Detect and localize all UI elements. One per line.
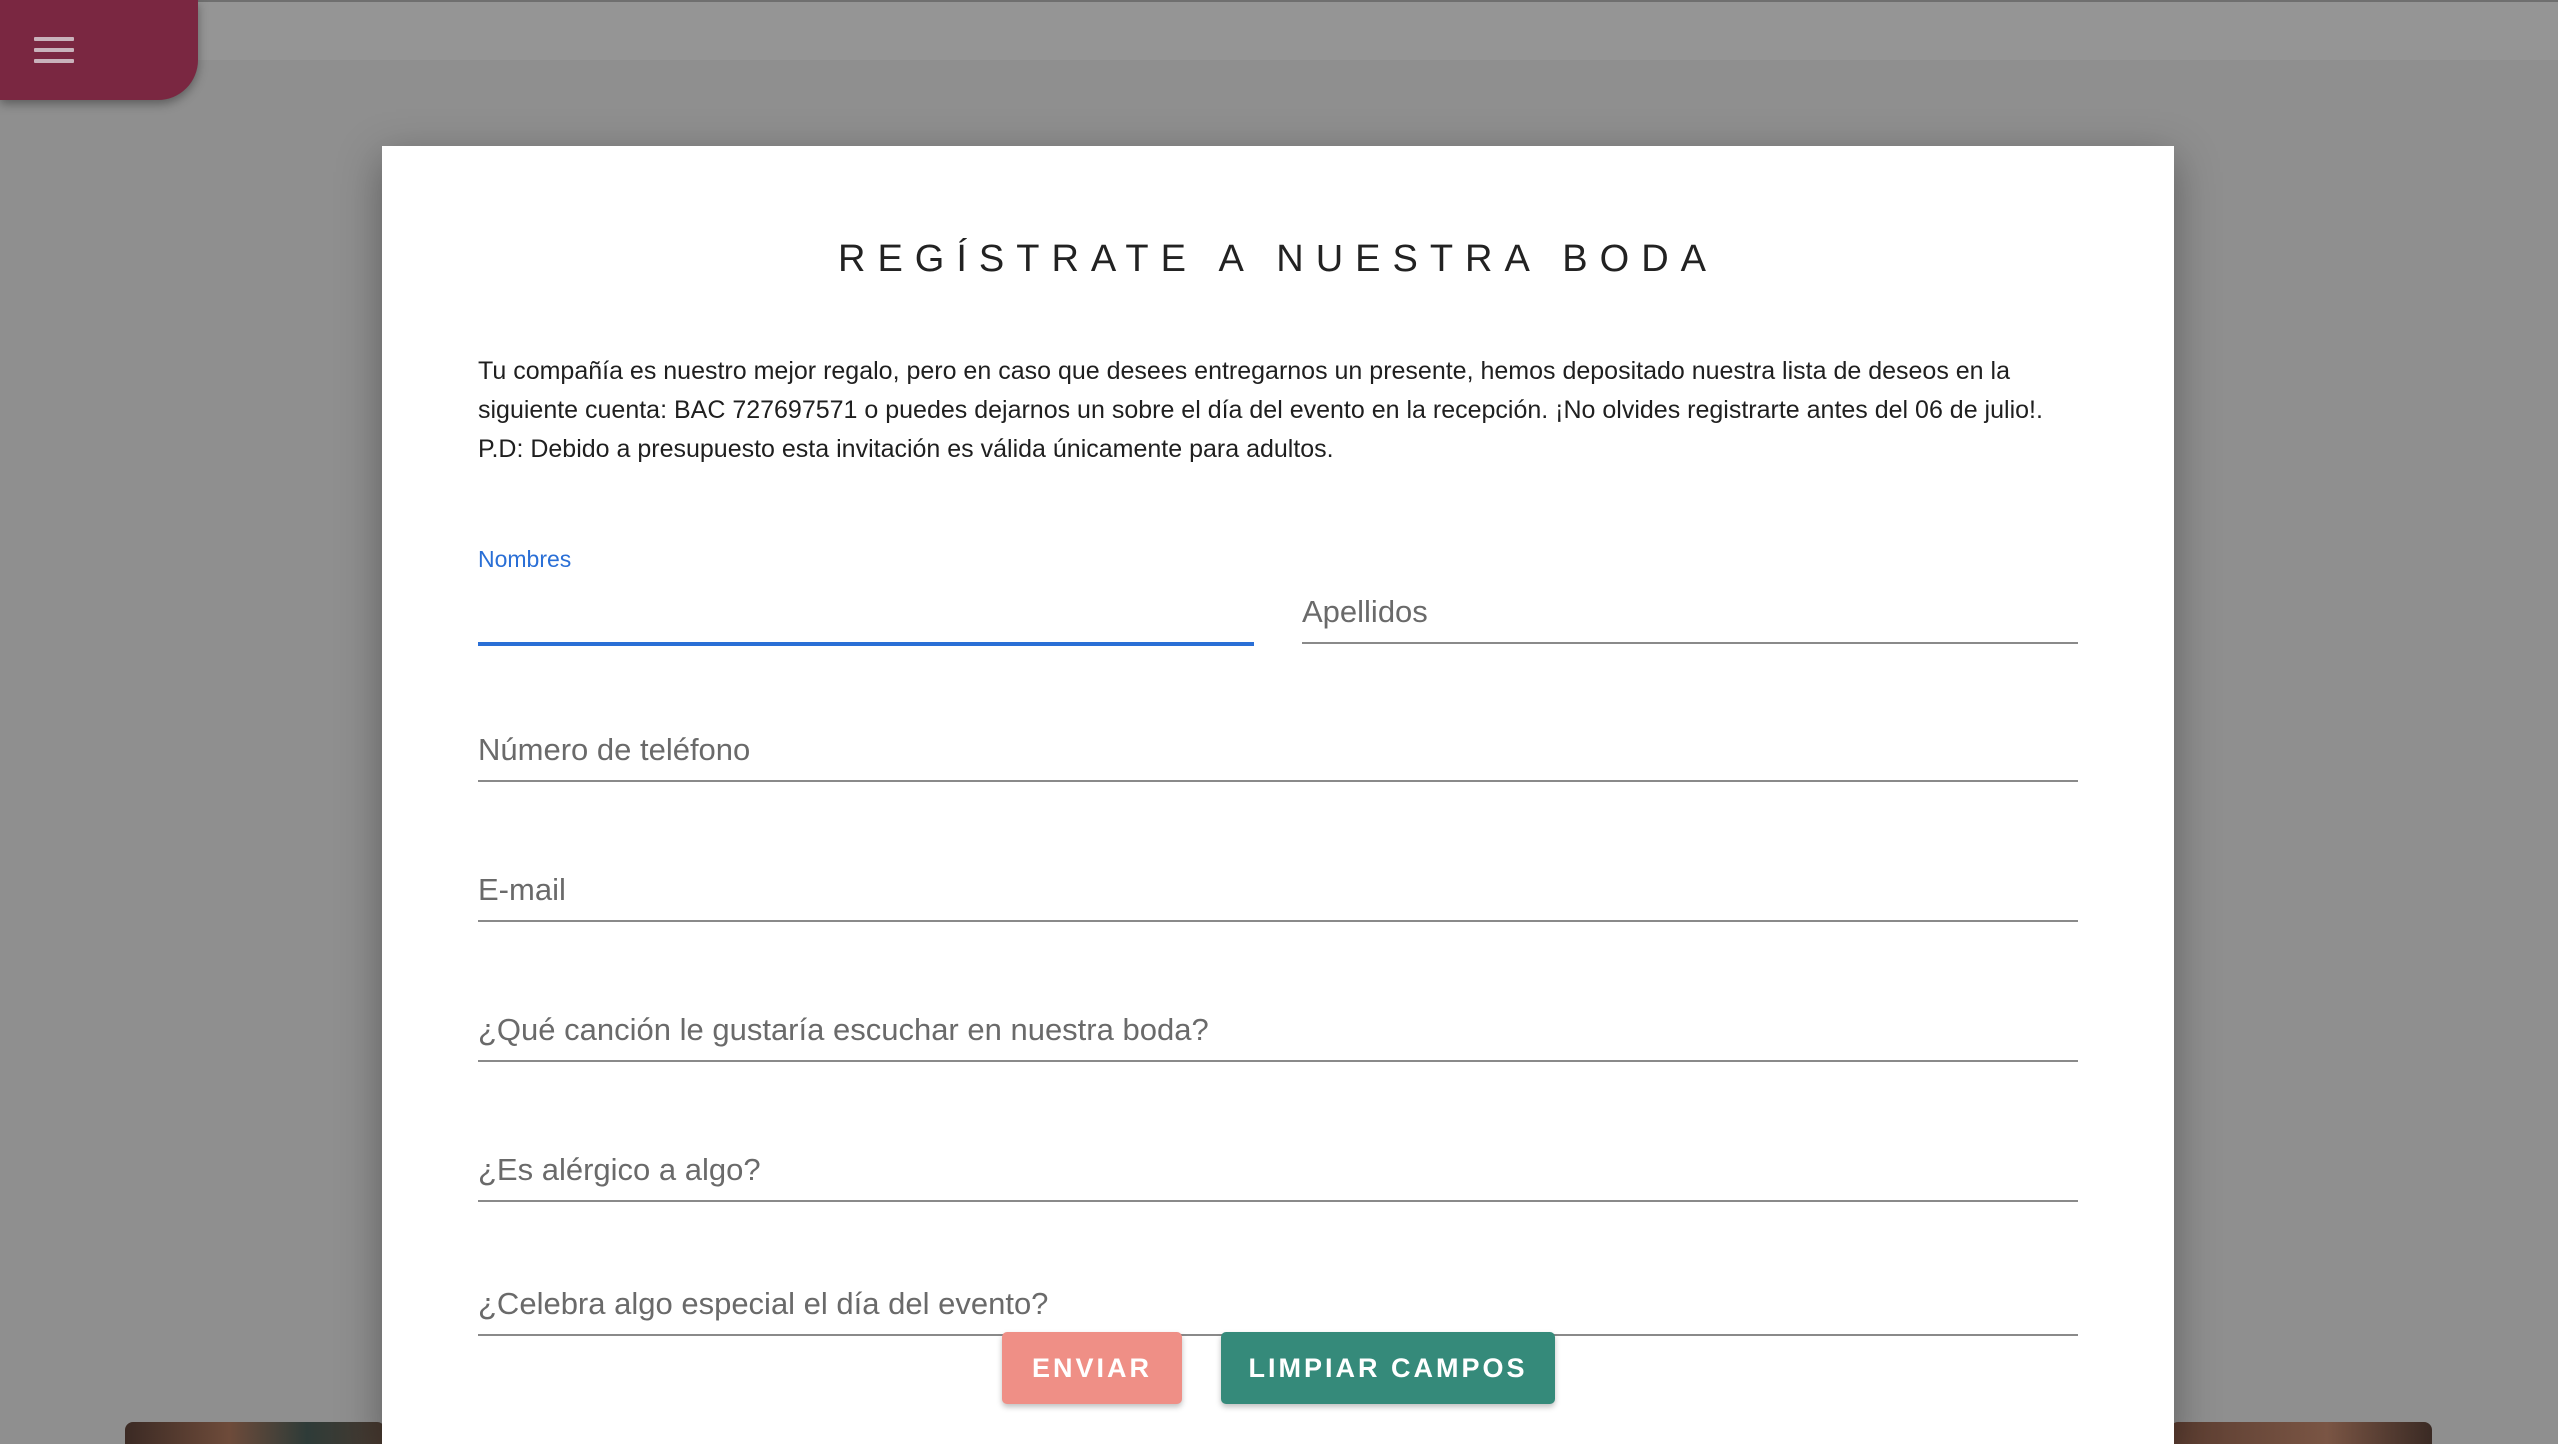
background-photo-right xyxy=(2170,1422,2432,1444)
telefono-field[interactable]: Número de teléfono xyxy=(478,700,2078,782)
dialog-title: REGÍSTRATE A NUESTRA BODA xyxy=(838,238,1718,280)
menu-button[interactable] xyxy=(0,0,198,100)
intro-text: Tu compañía es nuestro mejor regalo, per… xyxy=(478,352,2078,469)
page-header-strip xyxy=(0,0,2558,60)
nombres-label: Nombres xyxy=(478,546,572,572)
intro-line: P.D: Debido a presupuesto esta invitació… xyxy=(478,435,1334,463)
email-label: E-mail xyxy=(478,872,566,907)
background-photo-left xyxy=(125,1422,385,1444)
registration-dialog: REGÍSTRATE A NUESTRA BODA Tu compañía es… xyxy=(382,146,2174,1444)
telefono-label: Número de teléfono xyxy=(478,732,751,767)
cancion-label: ¿Qué canción le gustaría escuchar en nue… xyxy=(478,1012,1209,1047)
nombres-input[interactable] xyxy=(478,594,1254,636)
intro-line: Tu compañía es nuestro mejor regalo, per… xyxy=(478,357,2010,385)
celebra-label: ¿Celebra algo especial el día del evento… xyxy=(478,1286,1049,1321)
cancion-field[interactable]: ¿Qué canción le gustaría escuchar en nue… xyxy=(478,980,2078,1062)
nombres-field[interactable]: Nombres xyxy=(478,546,1254,646)
celebra-field[interactable]: ¿Celebra algo especial el día del evento… xyxy=(478,1254,2078,1336)
send-button[interactable]: ENVIAR xyxy=(1002,1332,1182,1404)
clear-fields-button[interactable]: LIMPIAR CAMPOS xyxy=(1221,1332,1555,1404)
alergico-label: ¿Es alérgico a algo? xyxy=(478,1152,761,1187)
apellidos-field[interactable]: Apellidos xyxy=(1302,562,2078,644)
apellidos-label: Apellidos xyxy=(1302,594,1428,629)
email-field[interactable]: E-mail xyxy=(478,840,2078,922)
alergico-field[interactable]: ¿Es alérgico a algo? xyxy=(478,1120,2078,1202)
intro-line: siguiente cuenta: BAC 727697571 o puedes… xyxy=(478,396,2043,424)
hamburger-menu-icon xyxy=(34,37,74,63)
